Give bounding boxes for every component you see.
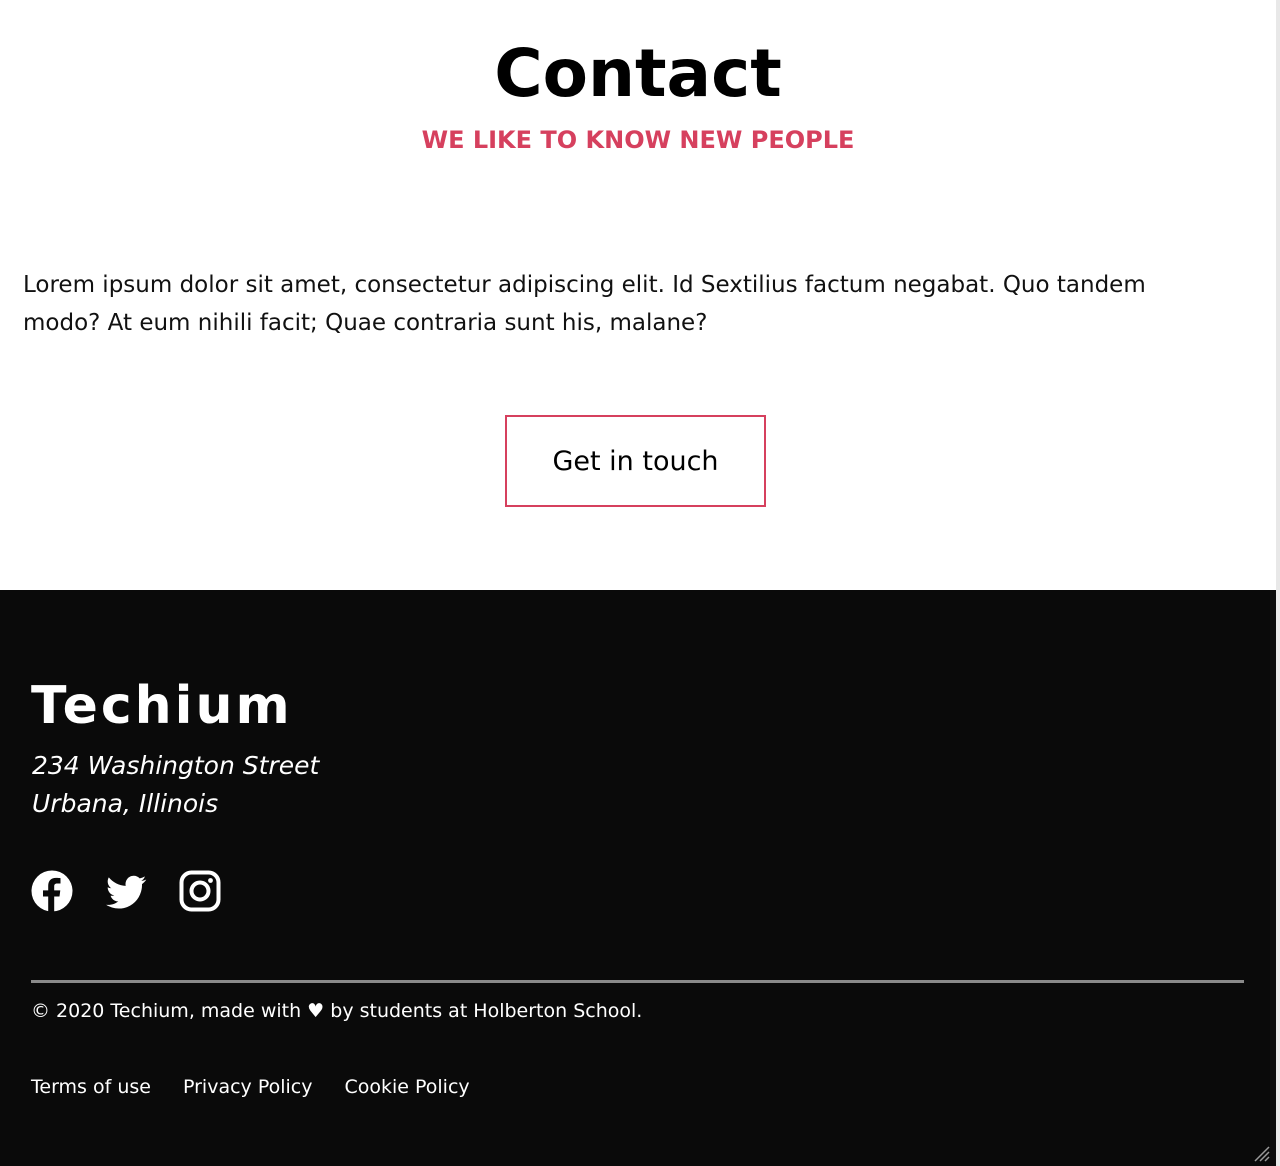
footer-address: 234 Washington Street Urbana, Illinois — [32, 747, 319, 823]
address-line-city: Urbana, Illinois — [32, 789, 219, 818]
copyright-text: © 2020 Techium, made with ♥ by students … — [31, 1000, 643, 1022]
contact-description: Lorem ipsum dolor sit amet, consectetur … — [23, 272, 1146, 336]
cookie-policy-link[interactable]: Cookie Policy — [344, 1074, 469, 1100]
instagram-link[interactable] — [179, 870, 221, 912]
page: Contact WE LIKE TO KNOW NEW PEOPLE Lorem… — [0, 0, 1280, 1166]
footer-divider — [31, 980, 1244, 983]
privacy-policy-link[interactable]: Privacy Policy — [183, 1074, 312, 1100]
address-line-street: 234 Washington Street — [32, 751, 320, 780]
twitter-icon — [105, 870, 147, 912]
instagram-icon — [179, 870, 221, 912]
twitter-link[interactable] — [105, 870, 147, 912]
resize-grip-icon[interactable] — [1252, 1144, 1270, 1162]
facebook-icon — [31, 870, 73, 912]
social-links — [31, 870, 221, 912]
terms-of-use-link[interactable]: Terms of use — [31, 1074, 151, 1100]
contact-subtitle: WE LIKE TO KNOW NEW PEOPLE — [421, 126, 855, 154]
facebook-link[interactable] — [31, 870, 73, 912]
footer-links: Terms of use Privacy Policy Cookie Polic… — [31, 1074, 470, 1100]
contact-title: Contact — [494, 35, 782, 112]
contact-section: Contact WE LIKE TO KNOW NEW PEOPLE Lorem… — [0, 0, 1276, 590]
footer: Techium 234 Washington Street Urbana, Il… — [0, 590, 1276, 1166]
footer-logo[interactable]: Techium — [31, 676, 293, 736]
get-in-touch-button[interactable]: Get in touch — [505, 415, 766, 507]
